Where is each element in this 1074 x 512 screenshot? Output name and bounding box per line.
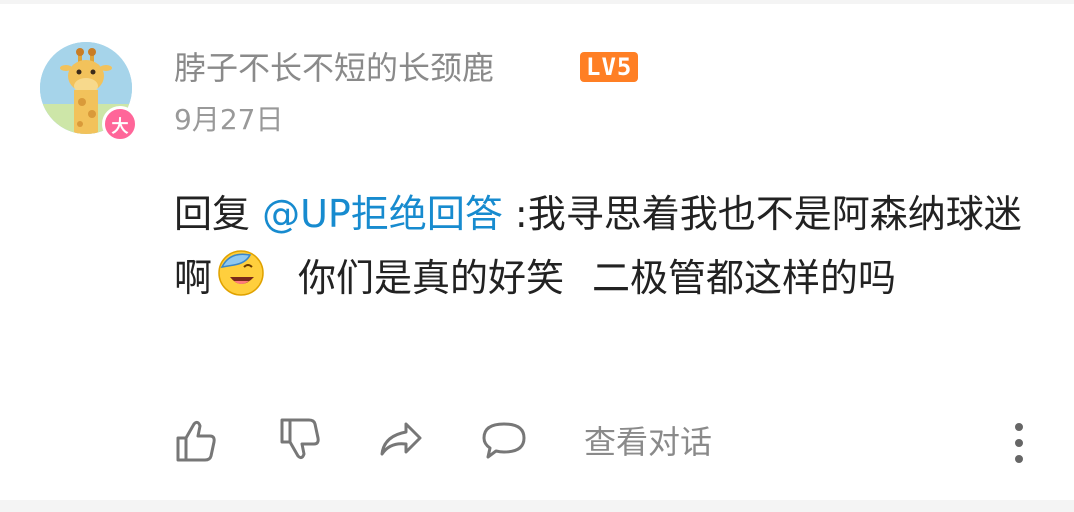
thumbs-down-icon[interactable] [274, 414, 326, 466]
comment-text-3: 二极管都这样的吗 [592, 256, 897, 300]
avatar[interactable]: 大 [40, 42, 138, 142]
more-icon[interactable] [1006, 420, 1032, 466]
reply-icon[interactable] [478, 414, 530, 466]
vip-badge: 大 [102, 106, 138, 142]
comment-content: 回复 @UP拒绝回答 :我寻思着我也不是阿森纳球迷啊 你们是真的好笑 二极管都这样… [174, 182, 1034, 310]
level-badge: LV5 [580, 52, 639, 82]
bottom-divider [0, 500, 1074, 512]
username[interactable]: 脖子不长不短的长颈鹿 [174, 46, 494, 90]
share-icon[interactable] [376, 414, 428, 466]
thumbs-up-icon[interactable] [170, 414, 222, 466]
view-conversation-button[interactable]: 查看对话 [584, 420, 712, 464]
laughing-covering-face-emoji-icon [218, 250, 264, 296]
reply-prefix: 回复 [174, 192, 263, 236]
comment-date: 9月27日 [174, 103, 284, 136]
action-bar: 查看对话 [170, 414, 1050, 474]
comment-text-2: 你们是真的好笑 [298, 256, 565, 300]
mention-link[interactable]: @UP拒绝回答 [262, 192, 503, 236]
top-divider [0, 0, 1074, 4]
